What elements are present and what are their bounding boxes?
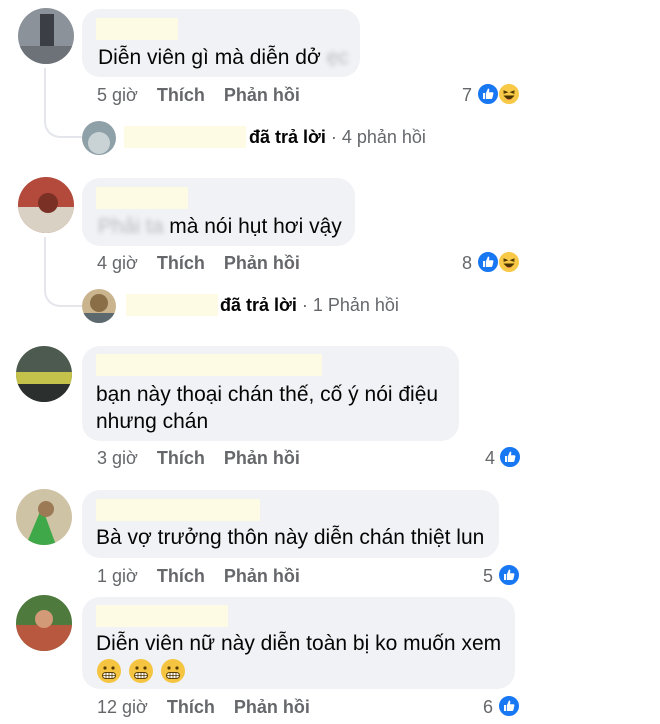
reply-button[interactable]: Phản hồi (234, 697, 310, 717)
avatar[interactable] (16, 595, 72, 651)
author-name[interactable] (96, 605, 228, 627)
avatar (82, 121, 116, 155)
avatar[interactable] (18, 8, 74, 64)
view-replies-link[interactable]: đã trả lời · 4 phản hồi (82, 120, 442, 156)
author-name[interactable] (96, 187, 188, 209)
avatar[interactable] (16, 489, 72, 545)
like-icon[interactable] (477, 83, 499, 105)
timestamp[interactable]: 1 giờ (97, 566, 138, 586)
reaction-count[interactable]: 5 (463, 566, 493, 587)
timestamp[interactable]: 12 giờ (97, 697, 148, 717)
thread-connector (44, 68, 82, 138)
thread-connector (44, 237, 82, 307)
like-button[interactable]: Thích (167, 697, 215, 717)
reaction-count[interactable]: 6 (463, 697, 493, 718)
like-icon[interactable] (477, 251, 499, 273)
reply-button[interactable]: Phản hồi (224, 253, 300, 273)
emoji-row (96, 658, 192, 684)
grimacing-face-icon (128, 658, 154, 684)
comment-text: Diễn viên nữ này diễn toàn bị ko muốn xe… (96, 632, 502, 655)
timestamp[interactable]: 3 giờ (97, 448, 138, 468)
reply-button[interactable]: Phản hồi (224, 85, 300, 105)
comment-text: Bà vợ trưởng thôn này diễn chán thiệt lu… (96, 526, 485, 549)
reply-button[interactable]: Phản hồi (224, 448, 300, 468)
comment-text: Phải ta mà nói hụt hơi vậy (98, 215, 342, 238)
reaction-count[interactable]: 8 (442, 253, 472, 274)
timestamp[interactable]: 5 giờ (97, 85, 138, 105)
comment-bubble: Diễn viên gì mà diễn dở ẹc (82, 9, 360, 77)
timestamp[interactable]: 4 giờ (97, 253, 138, 273)
like-icon[interactable] (498, 695, 520, 717)
grimacing-face-icon (160, 658, 186, 684)
comment-meta: 5 giờ Thích Phản hồi (97, 85, 300, 106)
like-icon[interactable] (498, 564, 520, 586)
like-icon[interactable] (499, 446, 521, 468)
comment-text: nhưng chán (96, 410, 209, 433)
reply-button[interactable]: Phản hồi (224, 566, 300, 586)
comment-bubble: Diễn viên nữ này diễn toàn bị ko muốn xe… (82, 597, 515, 689)
avatar[interactable] (16, 346, 72, 402)
blurred-text: ẹc (326, 46, 349, 69)
like-button[interactable]: Thích (157, 85, 205, 105)
comment-meta: 12 giờ Thích Phản hồi (97, 697, 310, 718)
avatar (82, 289, 116, 323)
reaction-count[interactable]: 7 (442, 85, 472, 106)
replier-name (126, 294, 218, 316)
view-replies-link[interactable]: đã trả lời · 1 Phản hồi (82, 288, 412, 324)
comment-meta: 3 giờ Thích Phản hồi (97, 448, 300, 469)
comment-text: bạn này thoại chán thế, cố ý nói điệu (96, 383, 439, 406)
comment-text: Diễn viên gì mà diễn dở ẹc (98, 46, 349, 69)
author-name[interactable] (96, 499, 260, 521)
blurred-text: Phải ta (98, 215, 164, 238)
grimacing-face-icon (96, 658, 122, 684)
like-button[interactable]: Thích (157, 566, 205, 586)
comment-bubble: bạn này thoại chán thế, cố ý nói điệu nh… (82, 346, 459, 441)
replies-summary: đã trả lời · 1 Phản hồi (220, 295, 399, 315)
author-name[interactable] (96, 354, 322, 376)
comment-bubble: Bà vợ trưởng thôn này diễn chán thiệt lu… (82, 490, 499, 558)
like-button[interactable]: Thích (157, 253, 205, 273)
like-button[interactable]: Thích (157, 448, 205, 468)
reaction-count[interactable]: 4 (465, 448, 495, 469)
replies-summary: đã trả lời · 4 phản hồi (249, 127, 426, 147)
comment-meta: 4 giờ Thích Phản hồi (97, 253, 300, 274)
comment-meta: 1 giờ Thích Phản hồi (97, 566, 300, 587)
haha-icon[interactable] (498, 251, 520, 273)
haha-icon[interactable] (498, 83, 520, 105)
replier-name (124, 126, 246, 148)
avatar[interactable] (18, 177, 74, 233)
author-name[interactable] (96, 18, 178, 40)
comment-bubble: Phải ta mà nói hụt hơi vậy (82, 178, 355, 246)
